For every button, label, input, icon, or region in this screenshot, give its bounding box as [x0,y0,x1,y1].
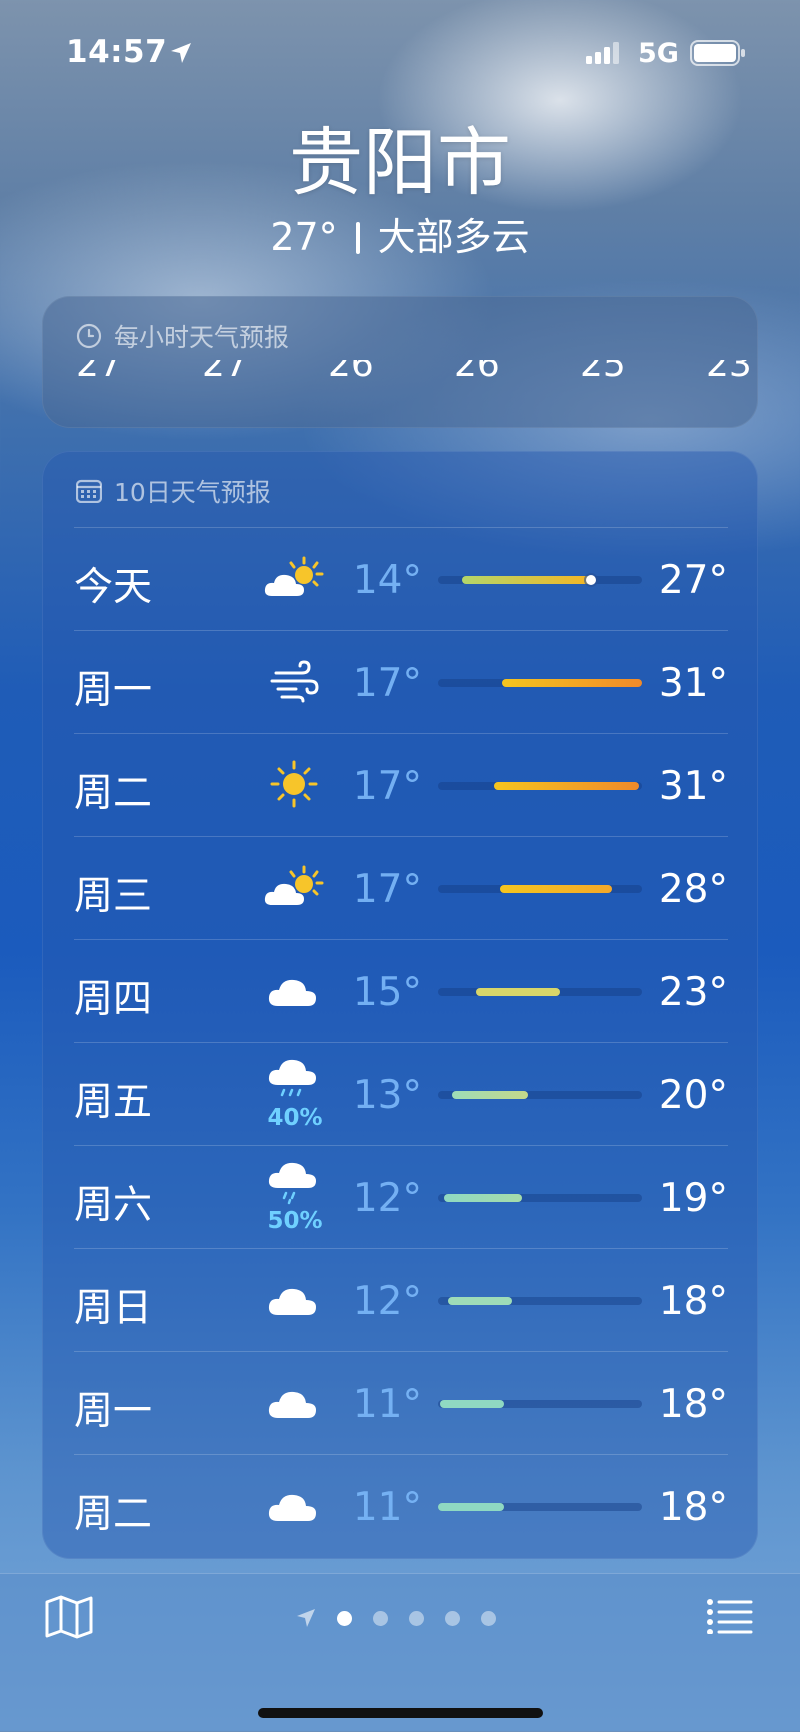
separator [355,222,360,254]
page-dot[interactable] [445,1610,460,1626]
low-temp: 15° [352,970,422,1015]
page-indicator[interactable] [296,1608,496,1628]
hourly-temp: 27 [76,360,122,385]
hourly-temp: 23 [706,360,752,385]
hourly-temp: 25 [580,360,626,385]
forecast-row[interactable]: 周一 11° 18° [74,1351,728,1455]
temp-range-fill [502,679,642,687]
temp-range-fill [500,885,612,893]
low-temp: 11° [352,1382,422,1427]
forecast-row[interactable]: 今天 14° 27° [74,527,728,631]
current-temp: 27° [270,215,338,259]
high-temp: 18° [658,1382,728,1427]
day-label: 周三 [74,874,153,919]
cellular-signal-icon [586,42,619,64]
low-temp: 12° [352,1176,422,1221]
ten-day-forecast-title: 10日天气预报 [76,473,271,509]
high-temp: 28° [658,867,728,912]
hourly-temp: 26 [454,360,500,385]
high-temp: 20° [658,1073,728,1118]
network-type: 5G [638,38,679,69]
home-indicator[interactable] [258,1708,543,1718]
low-temp: 14° [352,558,422,603]
temp-range-fill [438,1503,504,1511]
hourly-temps-strip[interactable]: 27 27 26 26 25 23 [42,360,758,400]
high-temp: 18° [658,1279,728,1324]
temp-range-bar [438,1091,642,1099]
day-label: 周日 [74,1286,153,1331]
battery-icon [690,40,745,66]
forecast-row[interactable]: 周二 11° 18° [74,1454,728,1558]
low-temp: 13° [352,1073,422,1118]
page-dot[interactable] [481,1610,496,1626]
temp-range-fill [444,1194,522,1202]
day-label: 周一 [74,1389,153,1434]
temp-range-bar [438,988,642,996]
forecast-row[interactable]: 周三 17° 28° [74,836,728,940]
temp-range-fill [452,1091,528,1099]
temp-range-bar [438,1297,642,1305]
temp-range-fill [462,576,592,584]
bottom-toolbar [0,1573,800,1732]
day-label: 周六 [74,1183,153,1228]
temp-range-bar [438,1503,642,1511]
high-temp: 19° [658,1176,728,1221]
day-label: 周五 [74,1080,153,1125]
temp-range-bar [438,782,642,790]
high-temp: 27° [658,558,728,603]
map-icon[interactable] [44,1594,94,1640]
location-arrow-icon [171,43,191,63]
city-list-icon[interactable] [706,1598,754,1634]
high-temp: 31° [658,764,728,809]
temp-range-bar [438,575,642,585]
hourly-temp: 27 [202,360,248,385]
low-temp: 11° [352,1485,422,1530]
high-temp: 31° [658,661,728,706]
ten-day-forecast-label: 10日天气预报 [114,478,271,507]
high-temp: 23° [658,970,728,1015]
current-summary: 27° 大部多云 [0,212,800,262]
status-time: 14:57 [66,34,168,70]
high-temp: 18° [658,1485,728,1530]
low-temp: 17° [352,867,422,912]
page-dot[interactable] [337,1610,352,1626]
calendar-icon [76,479,102,503]
day-label: 周一 [74,668,153,713]
forecast-row[interactable]: 周日 12° 18° [74,1248,728,1352]
city-name: 贵阳市 [289,120,511,206]
day-label: 周二 [74,771,153,816]
status-bar: 14:57 5G [0,0,800,100]
forecast-row[interactable]: 周二 17° 31° [74,733,728,837]
day-label: 周二 [74,1492,153,1537]
forecast-row[interactable]: 周六 50% 12° 19° [74,1145,728,1249]
clock-icon [76,323,102,349]
low-temp: 17° [352,661,422,706]
hourly-forecast-label: 每小时天气预报 [114,323,290,352]
page-dot[interactable] [409,1610,424,1626]
forecast-row[interactable]: 周五 40% 13° 20° [74,1042,728,1146]
current-temp-marker [586,575,596,585]
low-temp: 12° [352,1279,422,1324]
day-label: 周四 [74,977,153,1022]
temp-range-bar [438,1400,642,1408]
forecast-row[interactable]: 周一 17° 31° [74,630,728,734]
forecast-row[interactable]: 周四 15° 23° [74,939,728,1043]
low-temp: 17° [352,764,422,809]
temp-range-bar [438,679,642,687]
temp-range-fill [476,988,560,996]
hourly-forecast-title: 每小时天气预报 [76,318,289,354]
temp-range-fill [494,782,639,790]
temp-range-fill [448,1297,512,1305]
day-label: 今天 [74,565,153,610]
temp-range-fill [440,1400,504,1408]
temp-range-bar [438,885,642,893]
location-header: 贵阳市 27° 大部多云 [0,120,800,262]
hourly-forecast-card[interactable]: 每小时天气预报 27 27 26 26 25 23 [42,296,758,428]
page-dot[interactable] [373,1610,388,1626]
temp-range-bar [438,1194,642,1202]
ten-day-forecast-card[interactable]: 10日天气预报 今天 14° 27° 周一 17° 31° 周二 17° 31°… [42,451,758,1559]
current-location-icon[interactable] [296,1608,316,1628]
current-condition: 大部多云 [377,215,530,259]
hourly-temp: 26 [328,360,374,385]
